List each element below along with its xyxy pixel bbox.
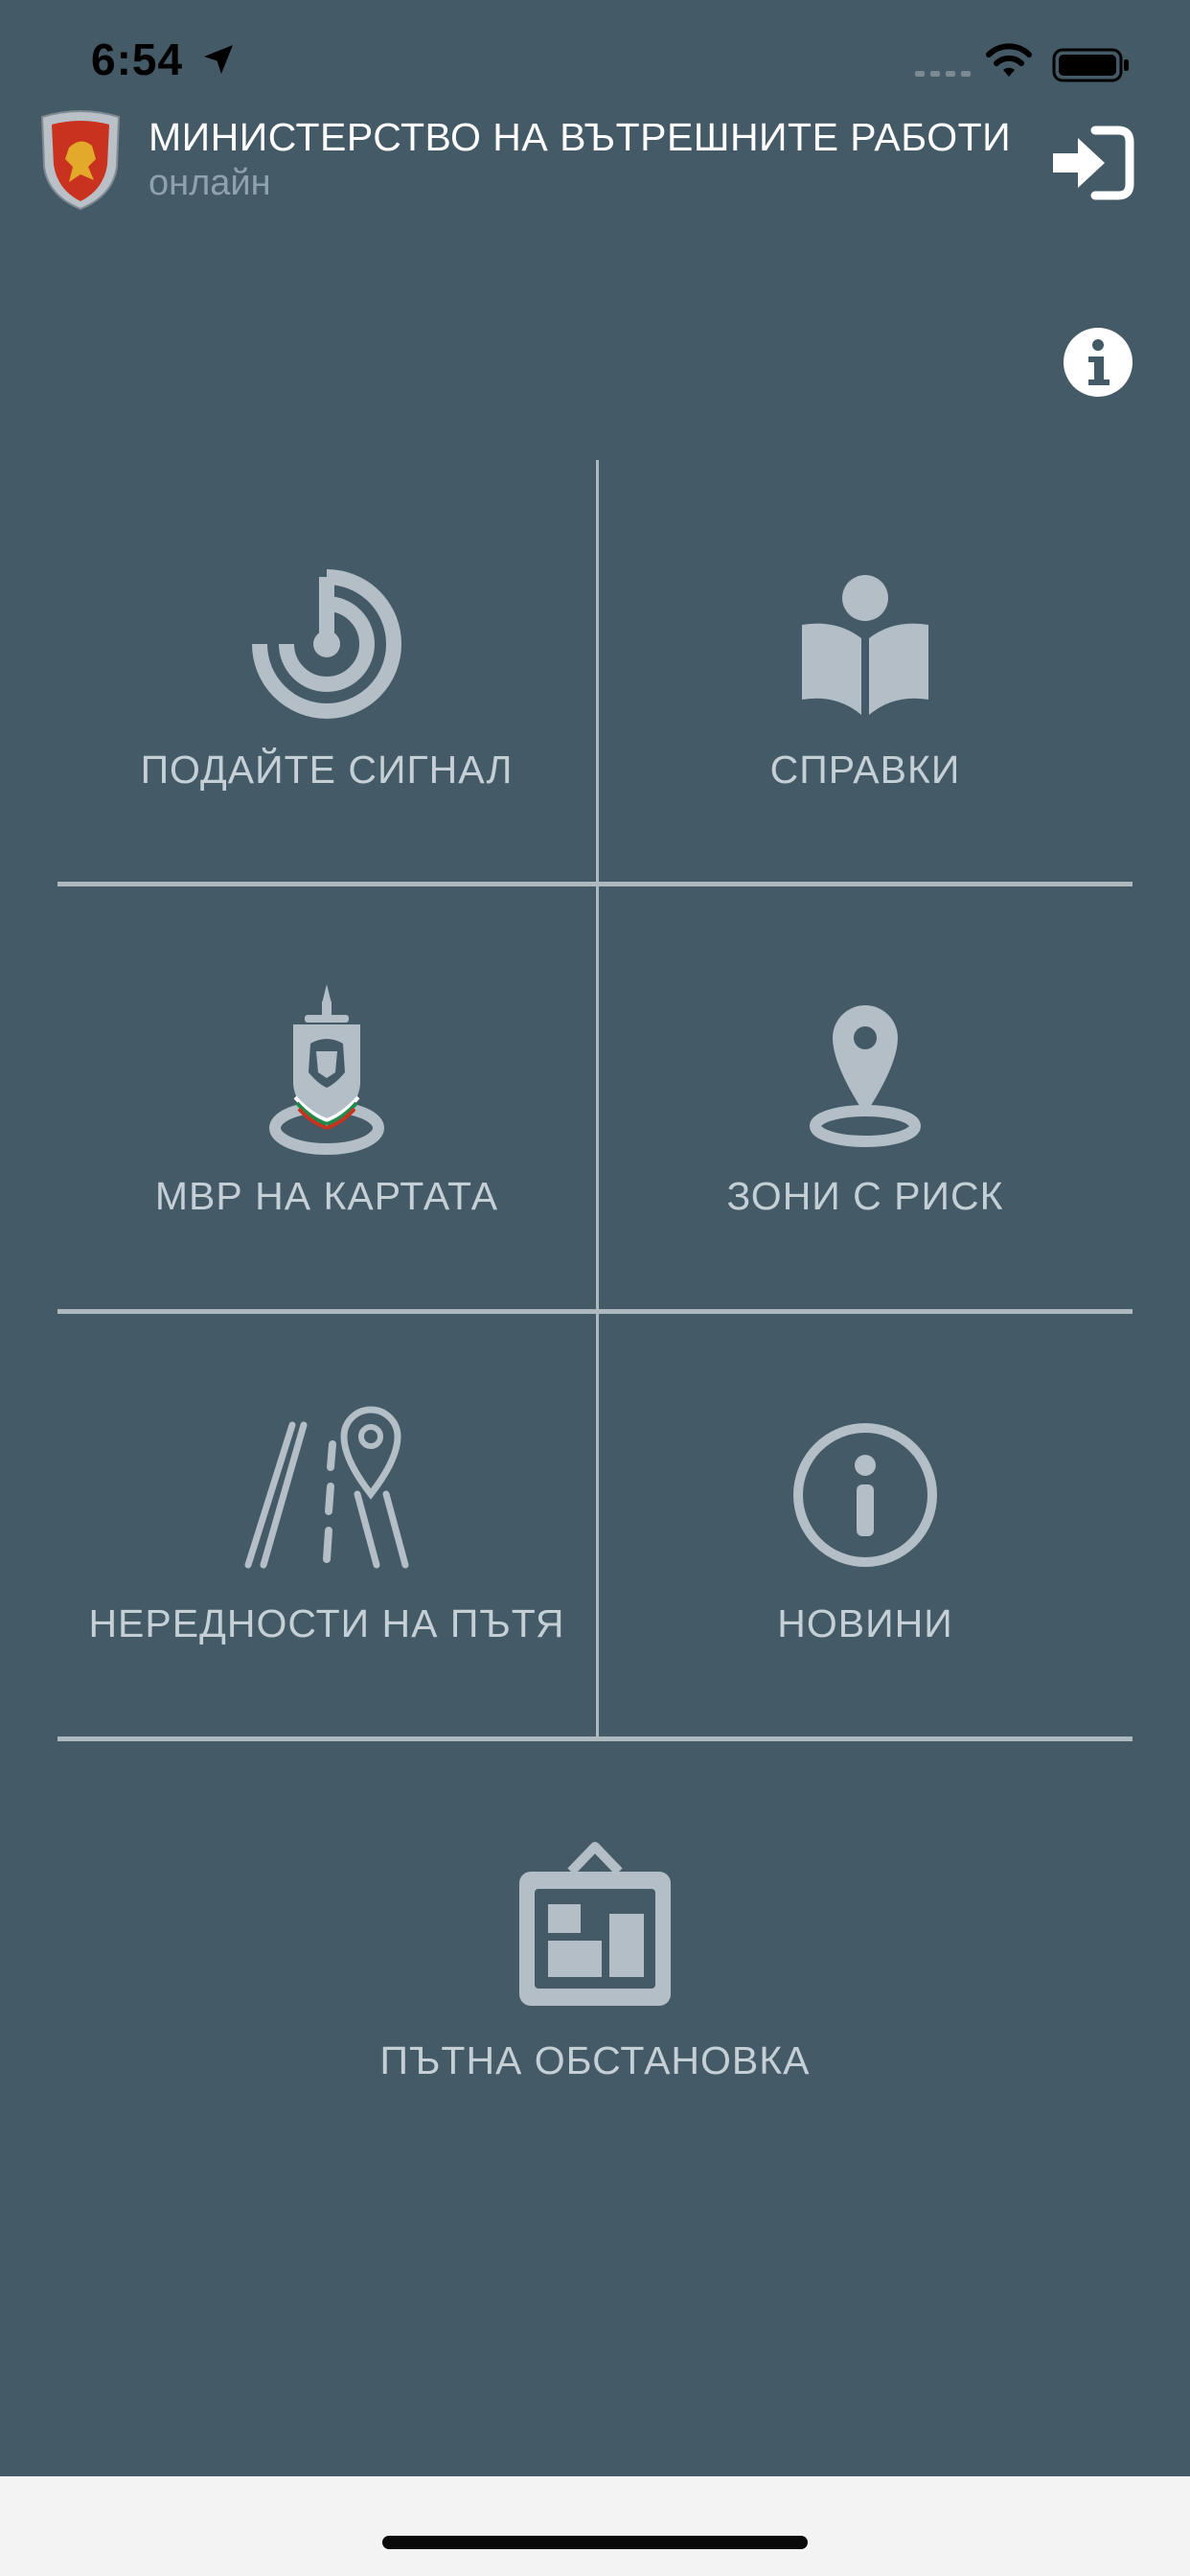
status-time: 6:54 (91, 34, 184, 84)
info-icon[interactable] (1062, 326, 1134, 399)
cellular-signal-icon (915, 71, 971, 77)
app-title: МИНИСТЕРСТВО НА ВЪТРЕШНИТЕ РАБОТИ (149, 115, 1012, 159)
radar-target-icon (252, 569, 401, 719)
menu-item-label: СПРАВКИ (769, 748, 961, 792)
wifi-icon (986, 43, 1032, 77)
menu-item-label: НЕРЕДНОСТИ НА ПЪТЯ (88, 1601, 565, 1645)
person-reading-book-icon (802, 575, 928, 715)
menu-item-road-conditions[interactable]: ПЪТНА ОБСТАНОВКА (57, 1741, 1133, 2153)
mvr-emblem-map-pin-icon (269, 984, 384, 1155)
info-circle-icon (793, 1423, 937, 1567)
coat-of-arms-shield-icon (40, 110, 121, 211)
location-arrow-icon (204, 45, 233, 74)
app-header: МИНИСТЕРСТВО НА ВЪТРЕШНИТЕ РАБОТИ онлайн (0, 105, 1190, 220)
menu-item-report-signal[interactable]: ПОДАЙТЕ СИГНАЛ (57, 460, 596, 882)
status-bar: 6:54 (0, 0, 1190, 115)
menu-item-mvr-map[interactable]: МВР НА КАРТАТА (57, 886, 596, 1309)
road-location-icon (244, 1406, 409, 1569)
bottom-safe-area (0, 2476, 1190, 2576)
menu-item-road-irregularities[interactable]: НЕРЕДНОСТИ НА ПЪТЯ (57, 1314, 596, 1736)
menu-item-label: ПОДАЙТЕ СИГНАЛ (140, 748, 514, 792)
battery-icon (1052, 48, 1129, 82)
menu-grid: ПОДАЙТЕ СИГНАЛ СПРАВКИ МВР НА КАРТАТА ЗО… (57, 460, 1133, 2082)
home-indicator[interactable] (382, 2536, 808, 2549)
menu-item-inquiries[interactable]: СПРАВКИ (598, 460, 1133, 882)
connection-status: онлайн (149, 163, 271, 203)
traffic-board-icon (519, 1842, 671, 2006)
menu-item-news[interactable]: НОВИНИ (598, 1314, 1133, 1736)
sign-in-arrow-icon[interactable] (1049, 125, 1135, 201)
menu-item-label: ПЪТНА ОБСТАНОВКА (379, 2038, 811, 2082)
menu-item-risk-zones[interactable]: ЗОНИ С РИСК (598, 886, 1133, 1309)
menu-item-label: МВР НА КАРТАТА (154, 1174, 499, 1218)
map-pin-icon (810, 1005, 921, 1147)
menu-item-label: ЗОНИ С РИСК (726, 1174, 1004, 1218)
menu-item-label: НОВИНИ (777, 1601, 953, 1645)
